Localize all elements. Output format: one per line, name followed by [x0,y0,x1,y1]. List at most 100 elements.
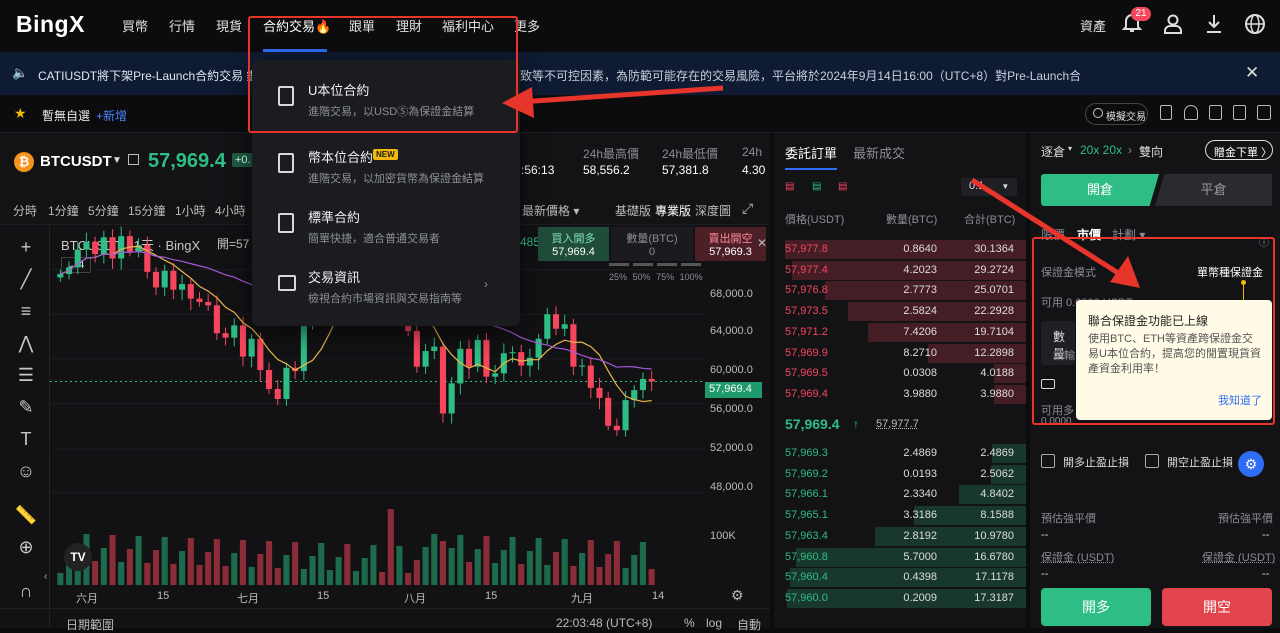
volume-bar [144,563,151,585]
liq-price-short: -- [1262,529,1270,541]
bid-price: 57,960.4 [785,571,828,584]
chart-settings-icon[interactable]: ⚙ [731,587,744,604]
announcement-text[interactable]: CATIUSDT將下架Pre-Launch合約交易 鑑於 [38,67,270,84]
open-short-button[interactable]: 開空 [1162,588,1272,626]
bid-row[interactable]: 57,960.0 0.2009 17.3187 [774,588,1026,609]
liq-price-long: -- [1041,529,1049,541]
volume-bar [257,554,264,585]
coin-contract-icon [278,153,294,173]
brush-icon[interactable]: ✎ [12,397,40,418]
speaker-icon: 🔈 [12,65,29,80]
bid-price: 57,965.1 [785,509,828,522]
fib-icon[interactable]: ☰ [12,365,40,386]
volume-bar [57,573,64,585]
volume-bar [439,541,446,585]
candle-body [492,373,499,377]
candle-body [231,325,238,338]
candle-body [283,367,290,399]
bid-qty: 0.0193 [903,467,937,480]
volume-bar [109,535,116,585]
volume-bar [361,558,368,585]
bid-row[interactable]: 57,965.1 3.3186 8.1588 [774,506,1026,526]
tp-sl-long-label: 開多止盈止損 [1063,457,1129,469]
nav-assets[interactable]: 資產 [1080,16,1106,35]
bid-row[interactable]: 57,966.1 2.3340 4.8402 [774,485,1026,505]
bid-row[interactable]: 57,969.3 2.4869 2.4869 [774,444,1026,464]
add-favorite-link[interactable]: +新增 [96,107,127,124]
ask-qty: 8.2710 [903,346,937,359]
crosshair-icon[interactable]: + [12,237,40,258]
bid-row[interactable]: 57,969.2 0.0193 2.5062 [774,464,1026,485]
volume-bar [344,544,351,585]
tf-1h[interactable]: 1小時 [175,202,206,219]
price-tick-60000: 60,000.0 [710,364,753,376]
trendline-icon[interactable]: ╱ [12,269,40,290]
text-tool-icon[interactable]: T [12,429,40,450]
nav-markets[interactable]: 行情 [169,16,195,35]
volume-bar [561,539,568,585]
tf-5m[interactable]: 5分鐘 [88,202,119,219]
tf-line[interactable]: 分時 [13,202,37,219]
ask-row[interactable]: 57,969.5 0.0308 4.0188 [774,364,1026,384]
volume-bar [457,535,464,585]
volume-bar [631,555,638,585]
candle-body [257,338,264,370]
zoom-in-icon[interactable]: ⊕ [12,537,40,558]
volume-bar [413,560,420,585]
bid-row[interactable]: 57,963.4 2.8192 10.9780 [774,526,1026,547]
candle-body [222,333,229,338]
bid-total: 4.8402 [980,488,1014,501]
candle-body [239,325,246,357]
menu-item-desc: 進階交易，以加密貨幣為保證金結算 [308,173,484,185]
auto-toggle[interactable]: 自動 [737,616,761,633]
tp-sl-long-checkbox[interactable] [1041,454,1055,468]
time-tick-14: 14 [652,590,665,602]
star-icon[interactable]: ★ [14,105,27,122]
candle-body [274,388,281,399]
open-long-button[interactable]: 開多 [1041,588,1151,626]
bid-row[interactable]: 57,960.4 0.4398 17.1178 [774,568,1026,588]
volume-bar [492,563,499,585]
tf-1m[interactable]: 1分鐘 [48,202,79,219]
tf-4h[interactable]: 4小時 [215,202,246,219]
scroll-left-icon[interactable]: ‹ [44,571,47,582]
volume-bar [126,549,133,585]
book-icon[interactable] [128,154,139,165]
mid-price: 57,969.4 [785,416,840,432]
volume-bar [213,539,220,585]
globe-icon[interactable] [1244,13,1266,38]
tf-15m[interactable]: 15分鐘 [128,202,165,219]
last-price: 57,969.4 [148,150,226,172]
volume-bar [352,571,360,585]
date-range-button[interactable]: 日期範圍 [66,616,114,633]
price-tick-52000: 52,000.0 [710,442,753,454]
tp-sl-short-checkbox[interactable] [1145,454,1159,468]
volume-bar [552,552,560,585]
symbol-dropdown-icon[interactable]: ▼ [112,155,122,166]
bingx-logo[interactable]: BingX [16,11,85,38]
ask-row[interactable]: 57,969.9 8.2710 12.2898 [774,343,1026,364]
symbol-selector[interactable]: BTCUSDT [40,153,112,170]
nav-buy-crypto[interactable]: 買幣 [122,16,148,35]
user-icon[interactable] [1163,13,1183,38]
bid-row[interactable]: 57,960.8 5.7000 16.6780 [774,547,1026,568]
magnet-icon[interactable]: ∩ [12,581,40,602]
ruler-icon[interactable]: 📏 [12,505,40,526]
nav-spot[interactable]: 現貨 [216,16,242,35]
volume-bar [448,548,455,585]
ask-row[interactable]: 57,969.4 3.9880 3.9880 [774,384,1026,405]
gear-icon[interactable]: ⚙ [1238,451,1264,477]
candle-body [248,338,255,357]
pattern-icon[interactable]: ⋀ [12,333,40,354]
time-tick-september: 九月 [571,593,593,605]
horizontal-lines-icon[interactable]: ≡ [12,301,40,322]
candle-body [118,236,125,259]
tradingview-logo[interactable]: TV [64,543,92,571]
standard-contract-icon [278,213,294,233]
bid-qty: 5.7000 [903,550,937,563]
volume-bar [405,573,412,585]
emoji-icon[interactable]: ☺ [12,461,40,482]
volume-bar [648,569,655,585]
candle-body [448,383,455,414]
download-icon[interactable] [1204,13,1224,38]
